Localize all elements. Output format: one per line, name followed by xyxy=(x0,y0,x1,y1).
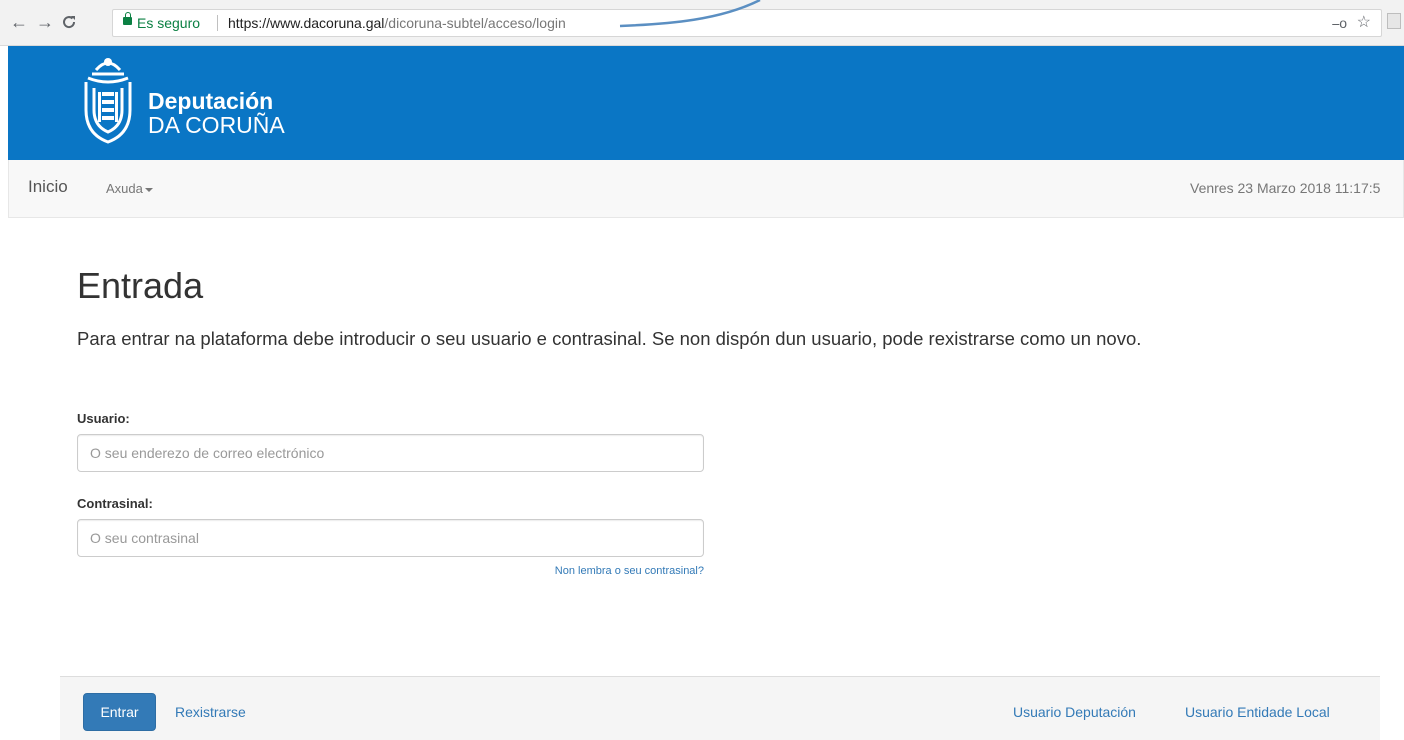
site-header: Deputación DA CORUÑA xyxy=(8,46,1404,160)
bookmark-star-icon[interactable]: ☆ xyxy=(1357,10,1371,36)
brand-subtitle: DA CORUÑA xyxy=(148,112,285,138)
url-text[interactable]: https://www.dacoruna.gal/dicoruna-subtel… xyxy=(228,10,566,36)
login-button[interactable]: Entrar xyxy=(83,693,156,731)
user-email-input[interactable] xyxy=(77,434,704,472)
password-input[interactable] xyxy=(77,519,704,557)
local-entity-user-link[interactable]: Usuario Entidade Local xyxy=(1185,704,1330,720)
extension-icon[interactable] xyxy=(1387,13,1401,29)
user-label: Usuario: xyxy=(77,411,130,426)
register-link[interactable]: Rexistrarse xyxy=(175,704,246,720)
cable-overlay xyxy=(619,0,761,28)
browser-toolbar: ← → Es seguro https://www.dacoruna.gal/d… xyxy=(0,0,1404,46)
current-datetime: Venres 23 Marzo 2018 11:17:5 xyxy=(1190,180,1381,196)
secure-label: Es seguro xyxy=(137,15,201,31)
forward-arrow-icon[interactable]: → xyxy=(36,12,54,32)
page-title: Entrada xyxy=(77,265,204,306)
nav-home-link[interactable]: Inicio xyxy=(28,177,68,197)
coat-of-arms-logo[interactable] xyxy=(76,52,140,146)
key-icon[interactable]: ⎯o xyxy=(1332,10,1347,36)
caret-down-icon xyxy=(144,187,153,192)
lock-icon xyxy=(123,12,132,25)
reload-icon[interactable] xyxy=(61,12,77,34)
form-footer: Entrar Rexistrarse Usuario Deputación Us… xyxy=(60,676,1380,740)
nav-help-dropdown[interactable]: Axuda xyxy=(106,181,153,196)
back-arrow-icon[interactable]: ← xyxy=(10,12,28,32)
navbar: Inicio Axuda Venres 23 Marzo 2018 11:17:… xyxy=(8,160,1404,218)
forgot-password-link[interactable]: Non lembra o seu contrasinal? xyxy=(520,565,704,577)
password-label: Contrasinal: xyxy=(77,496,153,511)
url-host: https://www.dacoruna.gal xyxy=(228,15,385,31)
brand-name: Deputación xyxy=(148,88,274,114)
deputacion-user-link[interactable]: Usuario Deputación xyxy=(1013,704,1136,720)
url-path: /dicoruna-subtel/acceso/login xyxy=(384,15,566,31)
omnibox-separator xyxy=(217,15,218,31)
intro-text: Para entrar na plataforma debe introduci… xyxy=(77,328,1142,349)
nav-help-label: Axuda xyxy=(106,181,143,196)
